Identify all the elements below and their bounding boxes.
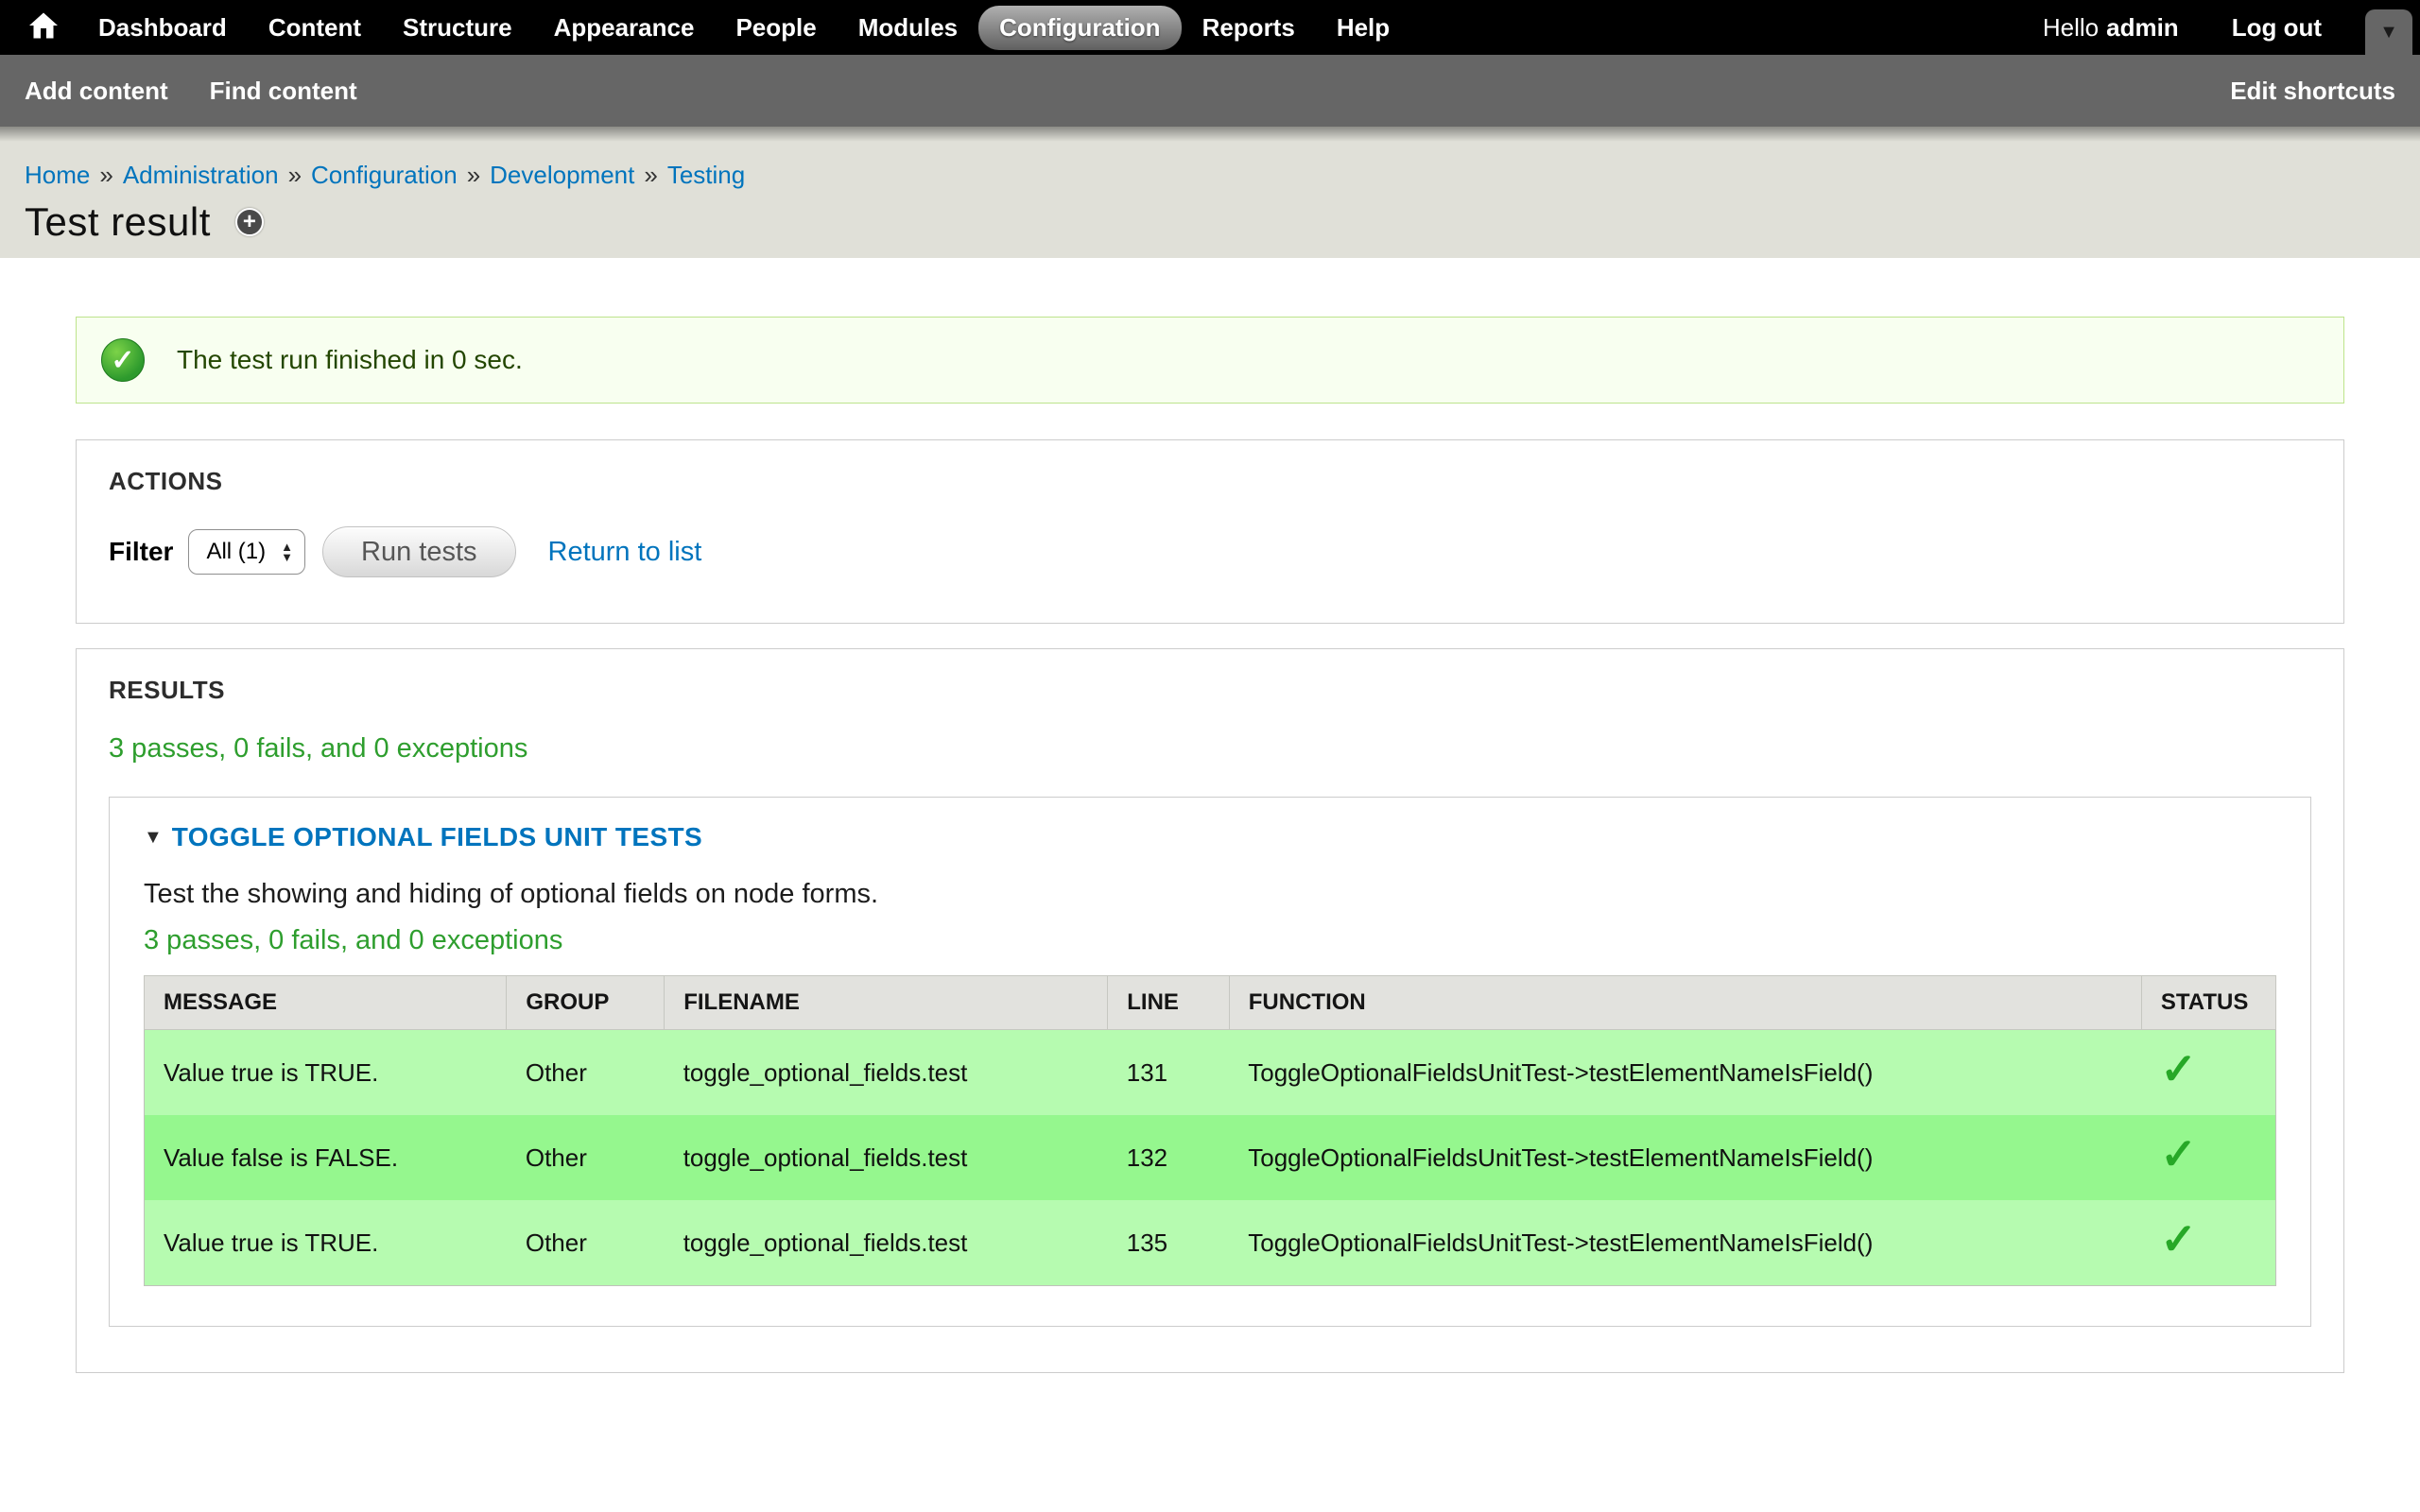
table-row: Value true is TRUE.Othertoggle_optional_… <box>145 1030 2276 1116</box>
cell-status: ✓ <box>2141 1030 2275 1116</box>
test-group-summary: 3 passes, 0 fails, and 0 exceptions <box>144 925 2276 956</box>
cell-filename: toggle_optional_fields.test <box>665 1200 1108 1286</box>
cell-line: 135 <box>1108 1200 1230 1286</box>
actions-fieldset: ACTIONS Filter All (1) ▲ ▼ Run tests Ret… <box>76 439 2344 624</box>
menu-item-dashboard[interactable]: Dashboard <box>78 6 248 50</box>
cell-function: ToggleOptionalFieldsUnitTest->testElemen… <box>1229 1115 2141 1200</box>
cell-status: ✓ <box>2141 1115 2275 1200</box>
logout-link[interactable]: Log out <box>2232 13 2322 43</box>
cell-function: ToggleOptionalFieldsUnitTest->testElemen… <box>1229 1200 2141 1286</box>
title-row: Test result + <box>25 199 2395 245</box>
menu-item-reports[interactable]: Reports <box>1182 6 1316 50</box>
return-to-list-link[interactable]: Return to list <box>548 537 702 568</box>
main-content: ✓ The test run finished in 0 sec. ACTION… <box>0 258 2420 1373</box>
breadcrumb-separator: » <box>288 161 302 189</box>
status-message: ✓ The test run finished in 0 sec. <box>76 317 2344 404</box>
home-icon <box>29 12 58 43</box>
status-ok-icon: ✓ <box>101 338 145 382</box>
pass-check-icon: ✓ <box>2160 1044 2197 1093</box>
cell-group: Other <box>507 1200 665 1286</box>
column-header-group: GROUP <box>507 976 665 1030</box>
table-row: Value true is TRUE.Othertoggle_optional_… <box>145 1200 2276 1286</box>
filter-select[interactable]: All (1) ▲ ▼ <box>188 529 305 575</box>
username: admin <box>2106 13 2179 42</box>
breadcrumb-separator: » <box>644 161 657 189</box>
breadcrumb-link-development[interactable]: Development <box>490 161 634 189</box>
home-button[interactable] <box>23 7 64 48</box>
cell-group: Other <box>507 1030 665 1116</box>
breadcrumb-link-configuration[interactable]: Configuration <box>311 161 458 189</box>
pass-check-icon: ✓ <box>2160 1129 2197 1178</box>
column-header-message: MESSAGE <box>145 976 507 1030</box>
toolbar-toggle-button[interactable]: ▼ <box>2365 9 2412 55</box>
results-table-body: Value true is TRUE.Othertoggle_optional_… <box>145 1030 2276 1286</box>
results-table-header-row: MESSAGEGROUPFILENAMELINEFUNCTIONSTATUS <box>145 976 2276 1030</box>
results-summary: 3 passes, 0 fails, and 0 exceptions <box>109 733 2311 765</box>
chevron-down-icon: ▼ <box>2379 22 2398 43</box>
cell-message: Value true is TRUE. <box>145 1030 507 1116</box>
cell-filename: toggle_optional_fields.test <box>665 1030 1108 1116</box>
shortcut-links: Add content Find content <box>25 77 399 106</box>
test-group-title-link[interactable]: TOGGLE OPTIONAL FIELDS UNIT TESTS <box>172 822 702 852</box>
actions-legend: ACTIONS <box>109 467 2311 496</box>
menu-item-people[interactable]: People <box>715 6 837 50</box>
run-tests-button[interactable]: Run tests <box>322 526 516 577</box>
menu-item-modules[interactable]: Modules <box>838 6 978 50</box>
test-group-description: Test the showing and hiding of optional … <box>144 879 2276 910</box>
menu-item-content[interactable]: Content <box>248 6 382 50</box>
pass-check-icon: ✓ <box>2160 1214 2197 1263</box>
column-header-line: LINE <box>1108 976 1230 1030</box>
breadcrumb-link-administration[interactable]: Administration <box>123 161 279 189</box>
select-arrows-icon: ▲ ▼ <box>281 541 293 562</box>
admin-toolbar: DashboardContentStructureAppearancePeopl… <box>0 0 2420 55</box>
menu-item-appearance[interactable]: Appearance <box>533 6 716 50</box>
toolbar-account-area: Helloadmin Log out <box>2043 13 2322 43</box>
breadcrumb-separator: » <box>467 161 480 189</box>
column-header-function: FUNCTION <box>1229 976 2141 1030</box>
breadcrumb-link-testing[interactable]: Testing <box>667 161 745 189</box>
test-group-title-row: ▼ TOGGLE OPTIONAL FIELDS UNIT TESTS <box>144 822 2276 852</box>
column-header-filename: FILENAME <box>665 976 1108 1030</box>
breadcrumb-separator: » <box>99 161 112 189</box>
cell-filename: toggle_optional_fields.test <box>665 1115 1108 1200</box>
results-fieldset: RESULTS 3 passes, 0 fails, and 0 excepti… <box>76 648 2344 1373</box>
cell-status: ✓ <box>2141 1200 2275 1286</box>
page-header: Home » Administration » Configuration » Develo… <box>0 127 2420 258</box>
shortcut-bar: Add content Find content Edit shortcuts <box>0 55 2420 127</box>
table-row: Value false is FALSE.Othertoggle_optiona… <box>145 1115 2276 1200</box>
cell-function: ToggleOptionalFieldsUnitTest->testElemen… <box>1229 1030 2141 1116</box>
test-group-fieldset: ▼ TOGGLE OPTIONAL FIELDS UNIT TESTS Test… <box>109 797 2311 1327</box>
cell-group: Other <box>507 1115 665 1200</box>
greeting-prefix: Hello <box>2043 13 2099 42</box>
column-header-status: STATUS <box>2141 976 2275 1030</box>
menu-item-configuration[interactable]: Configuration <box>978 6 1181 50</box>
breadcrumb-link-home[interactable]: Home <box>25 161 90 189</box>
edit-shortcuts-link[interactable]: Edit shortcuts <box>2230 77 2395 106</box>
cell-line: 132 <box>1108 1115 1230 1200</box>
cell-message: Value false is FALSE. <box>145 1115 507 1200</box>
menu-item-help[interactable]: Help <box>1316 6 1410 50</box>
results-legend: RESULTS <box>109 676 2311 705</box>
filter-select-value: All (1) <box>206 539 266 565</box>
menu-item-structure[interactable]: Structure <box>382 6 533 50</box>
shortcut-link-find-content[interactable]: Find content <box>210 77 357 106</box>
status-message-text: The test run finished in 0 sec. <box>177 345 523 375</box>
page-title: Test result <box>25 199 211 245</box>
filter-label: Filter <box>109 537 173 567</box>
add-shortcut-icon[interactable]: + <box>235 208 264 236</box>
collapse-arrow-icon[interactable]: ▼ <box>144 827 163 849</box>
greeting-text: Helloadmin <box>2043 13 2179 43</box>
shortcut-link-add-content[interactable]: Add content <box>25 77 168 106</box>
admin-menu: DashboardContentStructureAppearancePeopl… <box>78 6 1410 50</box>
cell-message: Value true is TRUE. <box>145 1200 507 1286</box>
results-table: MESSAGEGROUPFILENAMELINEFUNCTIONSTATUS V… <box>144 975 2276 1286</box>
cell-line: 131 <box>1108 1030 1230 1116</box>
actions-row: Filter All (1) ▲ ▼ Run tests Return to l… <box>109 526 2311 577</box>
breadcrumb: Home » Administration » Configuration » Develo… <box>25 161 2395 190</box>
